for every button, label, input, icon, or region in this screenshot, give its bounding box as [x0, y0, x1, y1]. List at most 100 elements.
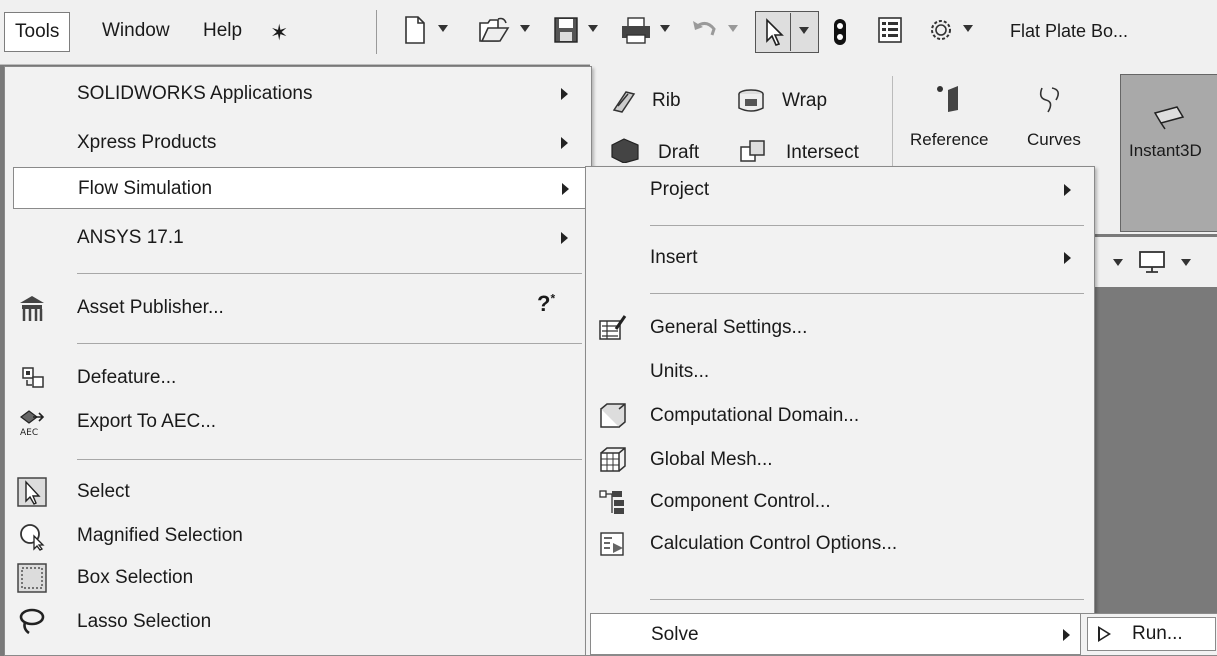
general-settings-icon [599, 315, 627, 340]
help-question-icon[interactable]: ?* [537, 291, 555, 317]
menu-item-lasso-selection[interactable]: Lasso Selection [5, 601, 591, 643]
draft-button[interactable]: Draft [658, 142, 699, 164]
menu-item-ansys[interactable]: ANSYS 17.1 [5, 217, 591, 259]
submenu-arrow-icon [562, 183, 569, 195]
menu-item-label: Flow Simulation [78, 178, 213, 199]
menu-item-label: SOLIDWORKS Applications [77, 83, 313, 104]
menu-item-label: Calculation Control Options... [650, 533, 898, 554]
menu-separator [77, 273, 582, 274]
new-document-icon[interactable] [402, 15, 428, 45]
menu-item-label: Export To AEC... [77, 411, 217, 432]
rib-button[interactable]: Rib [652, 90, 681, 112]
menu-item-label: General Settings... [650, 317, 808, 338]
menu-tools[interactable]: Tools [4, 12, 71, 52]
menu-item-solidworks-applications[interactable]: SOLIDWORKS Applications [5, 73, 591, 115]
menu-item-run[interactable]: Run... [1087, 617, 1216, 651]
menu-item-box-selection[interactable]: Box Selection [5, 557, 591, 599]
calculation-control-icon [600, 532, 624, 556]
menu-item-label: Asset Publisher... [77, 297, 224, 318]
menu-item-xpress-products[interactable]: Xpress Products [5, 122, 591, 164]
document-title: Flat Plate Bo... [1010, 21, 1129, 41]
menu-toolbar-bar: Tools Window Help ✶ Flat Plate Bo... [0, 0, 1217, 65]
menu-item-project[interactable]: Project [586, 169, 1094, 211]
menu-item-component-control[interactable]: Component Control... [586, 481, 1094, 523]
undo-icon[interactable] [690, 15, 720, 45]
menu-item-calculation-control-options[interactable]: Calculation Control Options... [586, 523, 1094, 565]
select-tool-button[interactable] [755, 11, 819, 53]
file-properties-icon[interactable] [877, 15, 903, 45]
toolbar-divider [376, 10, 377, 54]
reference-geometry-icon [937, 86, 958, 112]
draft-icon [611, 138, 639, 163]
menu-separator [650, 599, 1084, 600]
tools-menu-dropdown: SOLIDWORKS Applications Xpress Products … [4, 66, 592, 656]
computational-domain-icon [600, 403, 626, 428]
menu-item-label: Component Control... [650, 491, 831, 512]
new-dropdown-arrow[interactable] [438, 25, 448, 32]
instant3d-button[interactable]: Instant3D [1120, 74, 1217, 232]
menu-item-select[interactable]: Select [5, 471, 591, 513]
menu-item-export-to-aec[interactable]: AEC Export To AEC... [5, 401, 591, 443]
select-arrow-icon [17, 477, 47, 507]
lasso-icon [19, 608, 45, 635]
intersect-button[interactable]: Intersect [786, 142, 859, 164]
menu-help[interactable]: Help [193, 12, 252, 50]
menu-item-units[interactable]: Units... [586, 351, 1094, 393]
rebuild-traffic-light-icon[interactable] [832, 17, 848, 47]
menu-item-computational-domain[interactable]: Computational Domain... [586, 395, 1094, 437]
menu-item-label: Box Selection [77, 567, 194, 588]
select-tool-divider [790, 13, 791, 51]
menu-item-magnified-selection[interactable]: Magnified Selection [5, 515, 591, 557]
pin-icon[interactable]: ✶ [270, 20, 288, 46]
heads-up-view-toolbar [1085, 237, 1217, 287]
menu-item-insert[interactable]: Insert [586, 237, 1094, 279]
intersect-icon [740, 140, 765, 162]
open-folder-icon[interactable] [478, 15, 510, 45]
display-dropdown-arrow[interactable] [1181, 259, 1191, 266]
menu-separator [650, 225, 1084, 226]
menu-separator [77, 459, 582, 460]
defeature-icon [22, 367, 44, 388]
flow-simulation-submenu: Project Insert General Settings... Units… [585, 166, 1095, 656]
open-dropdown-arrow[interactable] [520, 25, 530, 32]
print-icon[interactable] [620, 15, 652, 45]
select-arrow-icon [766, 18, 784, 46]
submenu-arrow-icon [1064, 252, 1071, 264]
menu-item-flow-simulation[interactable]: Flow Simulation [13, 167, 589, 209]
view-dropdown-arrow[interactable] [1113, 259, 1123, 266]
gear-icon[interactable] [928, 15, 954, 45]
menu-item-label: Project [650, 179, 710, 200]
reference-geometry-button[interactable]: Reference [910, 130, 988, 150]
menu-item-label: Select [77, 481, 130, 502]
undo-dropdown-arrow[interactable] [728, 25, 738, 32]
run-play-icon [1098, 626, 1111, 642]
solve-submenu: Run... [1080, 613, 1217, 656]
menu-separator [77, 343, 582, 344]
menu-item-label: ANSYS 17.1 [77, 227, 184, 248]
component-control-icon [599, 490, 624, 514]
menu-item-label: Computational Domain... [650, 405, 860, 426]
menu-separator [650, 293, 1084, 294]
menu-item-global-mesh[interactable]: Global Mesh... [586, 439, 1094, 481]
menu-item-label: Units... [650, 361, 710, 382]
menu-item-label: Xpress Products [77, 132, 217, 153]
curves-button[interactable]: Curves [1027, 130, 1081, 150]
menu-item-defeature[interactable]: Defeature... [5, 357, 591, 399]
menu-window[interactable]: Window [92, 12, 180, 50]
print-dropdown-arrow[interactable] [660, 25, 670, 32]
save-icon[interactable] [553, 15, 579, 45]
menu-item-label: Global Mesh... [650, 449, 773, 470]
wrap-icon [738, 89, 764, 112]
wrap-button[interactable]: Wrap [782, 90, 827, 112]
options-dropdown-arrow[interactable] [963, 25, 973, 32]
submenu-arrow-icon [1064, 184, 1071, 196]
menu-item-general-settings[interactable]: General Settings... [586, 307, 1094, 349]
menu-item-solve[interactable]: Solve [590, 613, 1090, 655]
select-dropdown-arrow[interactable] [799, 27, 809, 34]
global-mesh-icon [600, 447, 626, 472]
submenu-arrow-icon [561, 232, 568, 244]
save-dropdown-arrow[interactable] [588, 25, 598, 32]
display-monitor-icon[interactable] [1137, 249, 1167, 275]
svg-text:AEC: AEC [20, 428, 38, 437]
menu-item-asset-publisher[interactable]: Asset Publisher... ?* [5, 287, 591, 329]
